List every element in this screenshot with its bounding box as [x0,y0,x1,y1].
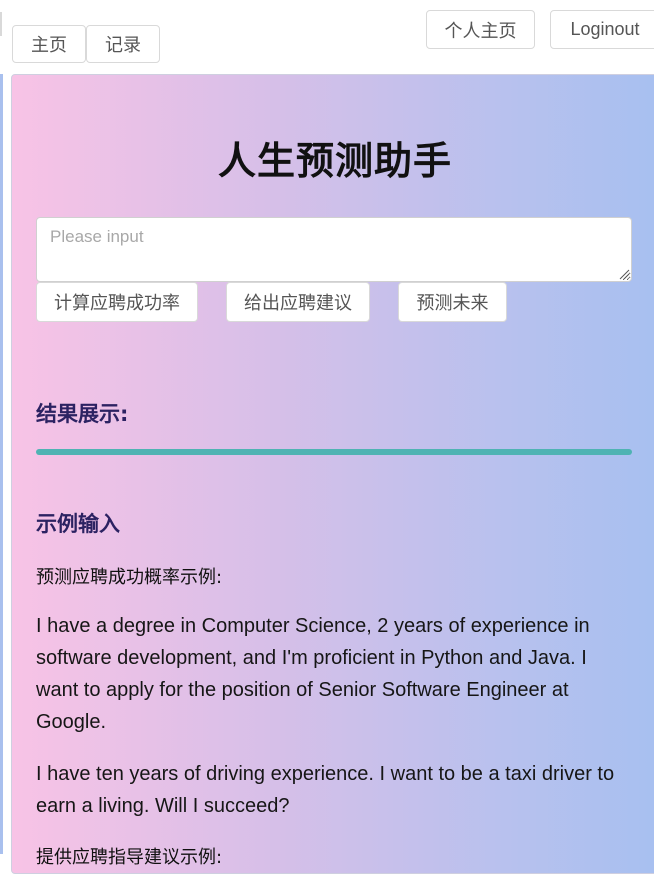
nav-edge-divider [0,12,2,36]
give-advice-button[interactable]: 给出应聘建议 [226,282,370,322]
example-label-advice: 提供应聘指导建议示例: [36,847,223,868]
example-text: I have a degree in Computer Science, 2 y… [36,615,590,733]
example-text: I have ten years of driving experience. … [36,763,615,817]
nav-home-button[interactable]: 主页 [12,25,86,63]
top-nav-bar: 主页 记录 个人主页 Loginout [0,0,654,74]
calc-success-rate-button[interactable]: 计算应聘成功率 [36,282,198,322]
result-heading: 结果展示: [36,402,129,426]
nav-record-button[interactable]: 记录 [86,25,160,63]
logout-button[interactable]: Loginout [550,10,654,49]
left-panel-strip [0,74,3,854]
result-divider [36,449,632,455]
nav-profile-button[interactable]: 个人主页 [426,10,535,49]
page-title: 人生预测助手 [217,139,452,183]
predict-future-button[interactable]: 预测未来 [398,282,507,322]
example-heading: 示例输入 [36,512,120,536]
prompt-input[interactable] [36,217,632,282]
main-panel [11,74,654,874]
example-label-success-rate: 预测应聘成功概率示例: [36,567,223,588]
